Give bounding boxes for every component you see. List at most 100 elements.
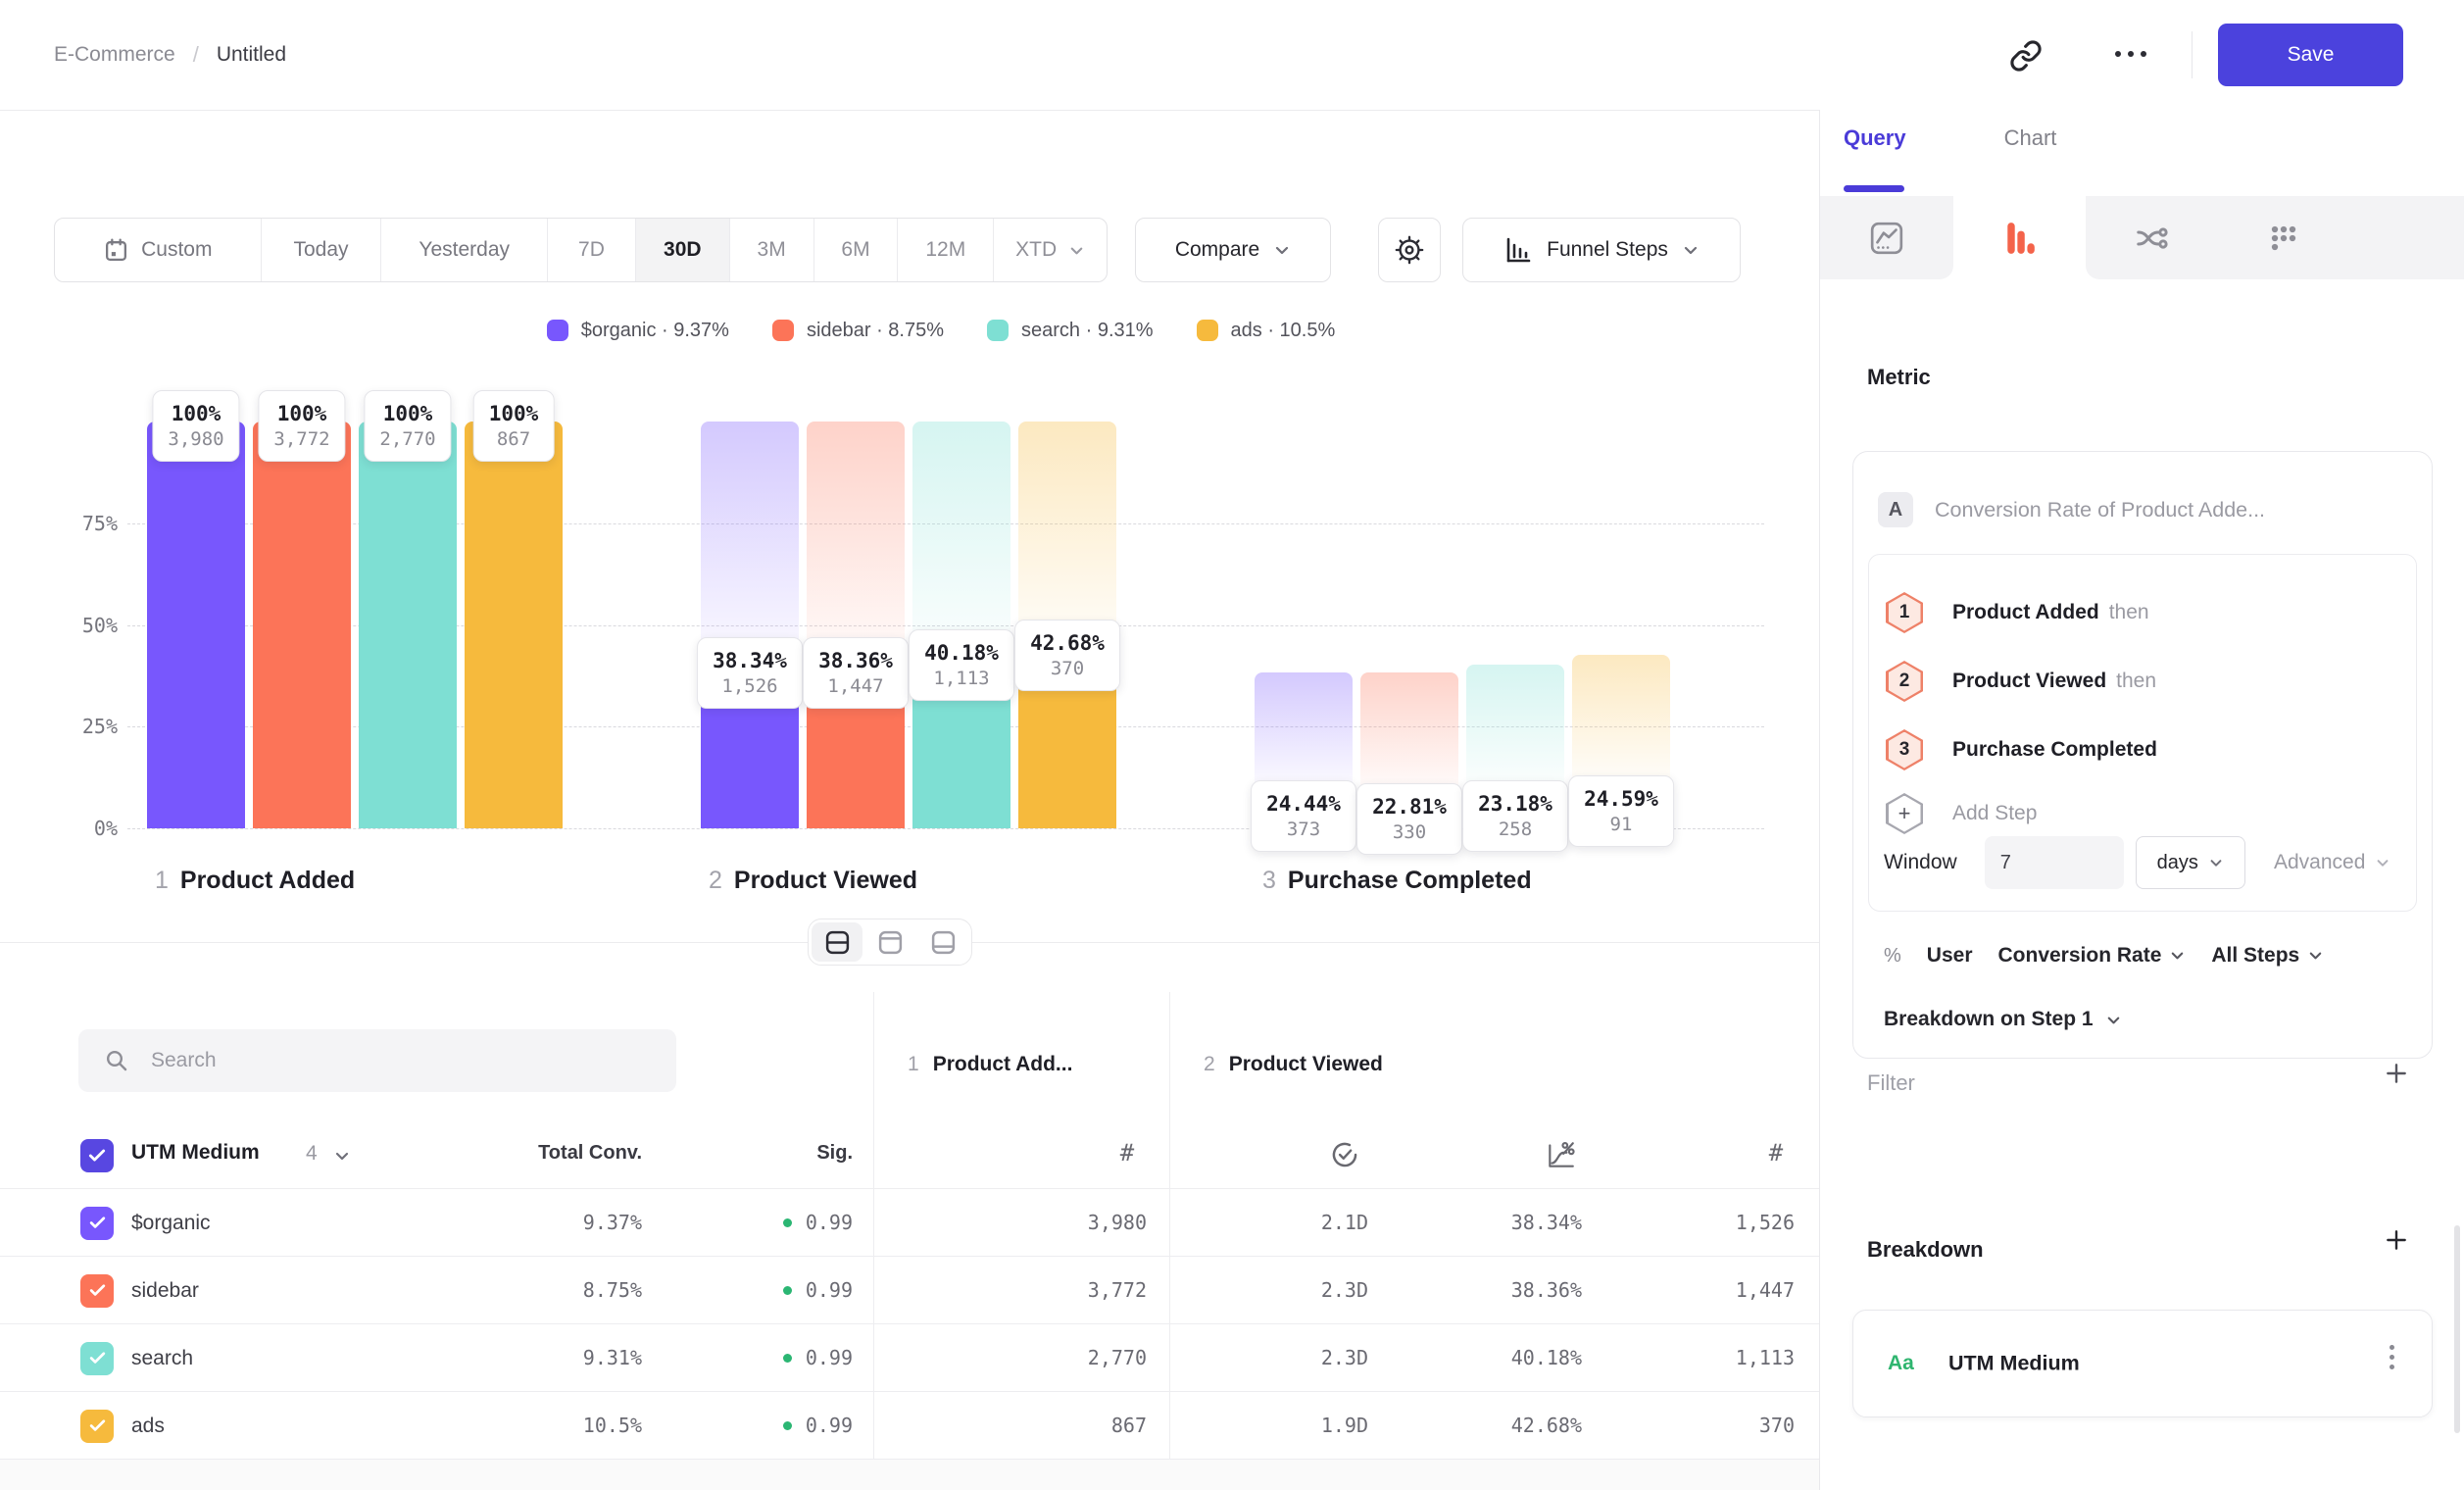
count-column-icon[interactable]: #: [1769, 1139, 1783, 1167]
layout-toggle-split-view[interactable]: [812, 922, 862, 962]
bar-count: 3,980: [168, 427, 223, 452]
plus-icon: [2384, 1227, 2409, 1253]
legend-item-organic[interactable]: $organic · 9.37%: [547, 320, 729, 342]
range-custom[interactable]: Custom: [55, 219, 261, 281]
line-chart-icon: [1869, 221, 1904, 256]
row-checkbox[interactable]: [80, 1410, 114, 1443]
panel-scrollbar[interactable]: [2454, 1225, 2460, 1433]
more-options-icon[interactable]: [2115, 51, 2146, 57]
legend-item-ads[interactable]: ads · 10.5%: [1197, 320, 1336, 342]
row-total-conv: 9.37%: [446, 1211, 642, 1234]
chart-type-button[interactable]: Funnel Steps: [1462, 218, 1741, 282]
metric-header[interactable]: A Conversion Rate of Product Adde...: [1878, 492, 2265, 527]
bar-pct: 100%: [168, 400, 223, 427]
app-root: E-Commerce / Untitled Save CustomTodayYe…: [0, 0, 2464, 1490]
window-unit-select[interactable]: days: [2136, 836, 2245, 889]
add-filter-button[interactable]: [2384, 1061, 2409, 1086]
chart-settings-button[interactable]: [1378, 218, 1441, 282]
range-30d[interactable]: 30D: [635, 219, 729, 281]
range-today[interactable]: Today: [261, 219, 381, 281]
breakdown-on-step-select[interactable]: Breakdown on Step 1: [1884, 1008, 2122, 1031]
col-sig[interactable]: Sig.: [706, 1142, 853, 1165]
funnel-bar-organic-step1[interactable]: [147, 422, 245, 828]
conversion-column-icon[interactable]: [1545, 1139, 1576, 1170]
row-significance: 0.99: [627, 1278, 853, 1303]
copy-link-icon[interactable]: [2009, 39, 2043, 73]
row-checkbox[interactable]: [80, 1274, 114, 1308]
significance-dot: [783, 1286, 792, 1295]
col-total-conv[interactable]: Total Conv.: [446, 1142, 642, 1165]
query-step-2[interactable]: 2Product Viewedthen: [1886, 660, 2156, 703]
funnel-bar-sidebar-step1[interactable]: [253, 422, 351, 828]
legend-label: ads · 10.5%: [1231, 320, 1336, 342]
range-label: 7D: [578, 238, 605, 262]
step-name: Purchase Completed: [1288, 867, 1532, 895]
measure-scope-select[interactable]: All Steps: [2211, 944, 2324, 968]
funnel-bar-search-step1[interactable]: [359, 422, 457, 828]
breadcrumb-title[interactable]: Untitled: [217, 43, 286, 67]
add-breakdown-button[interactable]: [2384, 1227, 2409, 1253]
tab-query[interactable]: Query: [1844, 125, 1906, 151]
funnel-bar-ads-step1[interactable]: [465, 422, 563, 828]
breakdown-column-label[interactable]: UTM Medium: [131, 1141, 260, 1165]
legend-item-sidebar[interactable]: sidebar · 8.75%: [772, 320, 944, 342]
row-name: ads: [131, 1415, 165, 1438]
row-checkbox[interactable]: [80, 1207, 114, 1240]
legend-swatch: [987, 320, 1009, 341]
measure-user[interactable]: User: [1927, 944, 1973, 968]
advanced-toggle[interactable]: Advanced: [2274, 851, 2390, 874]
layout-toggle-chart-only[interactable]: [864, 922, 915, 962]
bar-value-label: 100%3,980: [152, 390, 239, 462]
row-significance: 0.99: [627, 1414, 853, 1438]
chart-type-segmentation-tab[interactable]: [2218, 196, 2349, 279]
range-12m[interactable]: 12M: [897, 219, 993, 281]
legend-swatch: [1197, 320, 1218, 341]
range-7d[interactable]: 7D: [547, 219, 635, 281]
range-3m[interactable]: 3M: [729, 219, 813, 281]
step-number: 2: [709, 867, 722, 895]
range-6m[interactable]: 6M: [813, 219, 898, 281]
chevron-down-icon: [2307, 947, 2324, 964]
row-step2-conv: 42.68%: [1386, 1414, 1582, 1437]
layout-toggle-table-only[interactable]: [917, 922, 968, 962]
window-value-input[interactable]: [1985, 836, 2124, 889]
table-row-organic[interactable]: $organic9.37%0.993,9802.1D38.34%1,526: [0, 1188, 1819, 1257]
tab-chart[interactable]: Chart: [2004, 125, 2057, 151]
row-name: $organic: [131, 1212, 211, 1235]
search-input[interactable]: [149, 1048, 623, 1073]
column-group-product-viewed[interactable]: 2 Product Viewed: [1204, 1053, 1383, 1076]
chart-type-line-tab[interactable]: [1820, 196, 1953, 279]
breakdown-on-step-label: Breakdown on Step 1: [1884, 1008, 2094, 1031]
table-row-ads[interactable]: ads10.5%0.998671.9D42.68%370: [0, 1391, 1819, 1460]
bar-pct: 42.68%: [1030, 629, 1105, 657]
query-step-3[interactable]: 3Purchase Completed: [1886, 728, 2157, 771]
table-row-sidebar[interactable]: sidebar8.75%0.993,7722.3D38.36%1,447: [0, 1256, 1819, 1324]
breakdown-property-card[interactable]: [1852, 1310, 2433, 1417]
metric-badge: A: [1878, 492, 1913, 527]
plus-icon: [2384, 1061, 2409, 1086]
save-button[interactable]: Save: [2218, 24, 2403, 86]
chevron-down-icon[interactable]: [333, 1147, 351, 1165]
chart-type-flow-tab[interactable]: [2086, 196, 2217, 279]
bar-value-label: 38.34%1,526: [697, 637, 803, 709]
range-yesterday[interactable]: Yesterday: [380, 219, 547, 281]
avg-time-column-icon[interactable]: [1329, 1139, 1360, 1170]
measure-metric-select[interactable]: Conversion Rate: [1998, 944, 2187, 968]
row-step1-count: 3,772: [951, 1278, 1147, 1302]
funnel-ghost-bar: [1572, 655, 1670, 786]
chart-type-funnel-tab[interactable]: [1953, 196, 2086, 279]
table-row-search[interactable]: search9.31%0.992,7702.3D40.18%1,113: [0, 1323, 1819, 1392]
select-all-checkbox[interactable]: [80, 1139, 114, 1172]
column-group-product-added[interactable]: 1 Product Add...: [908, 1053, 1072, 1076]
breakdown-options-icon[interactable]: [2390, 1345, 2394, 1369]
query-step-1[interactable]: 1Product Addedthen: [1886, 591, 2149, 634]
count-column-icon[interactable]: #: [1120, 1139, 1134, 1167]
legend-item-search[interactable]: search · 9.31%: [987, 320, 1154, 342]
row-checkbox[interactable]: [80, 1342, 114, 1375]
chart-type-more-tabs: [2086, 196, 2464, 279]
range-xtd[interactable]: XTD: [993, 219, 1107, 281]
add-step-button[interactable]: +Add Step: [1886, 792, 2037, 835]
breadcrumb-project[interactable]: E-Commerce: [54, 43, 175, 67]
legend-swatch: [772, 320, 794, 341]
compare-button[interactable]: Compare: [1135, 218, 1331, 282]
